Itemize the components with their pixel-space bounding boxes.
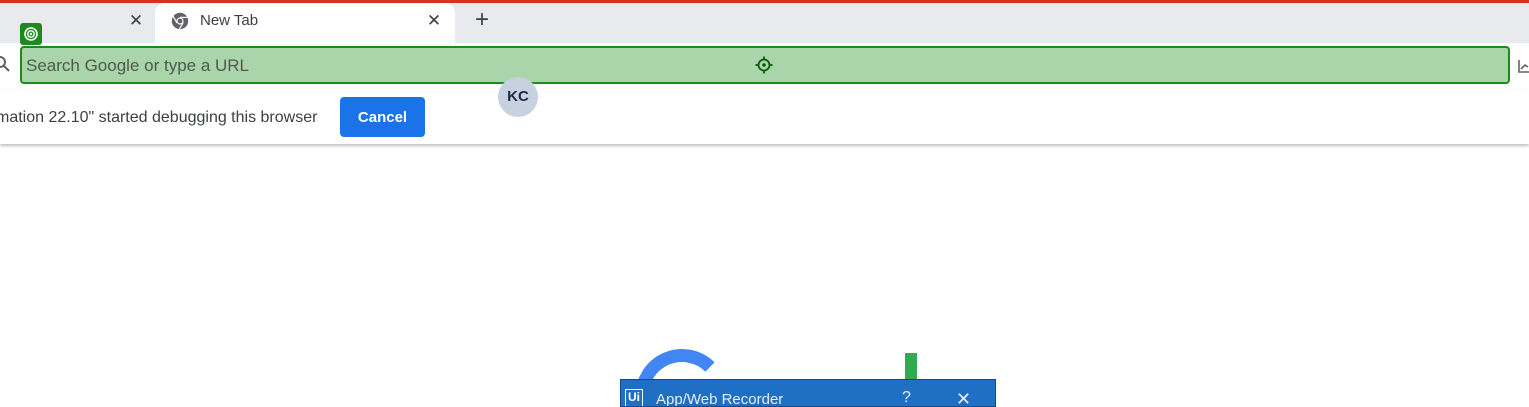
tab-new-tab[interactable]: New Tab ✕ (155, 3, 455, 43)
debugging-infobar: mation 22.10" started debugging this bro… (0, 89, 1529, 144)
target-badge-icon (20, 23, 42, 45)
search-icon (0, 56, 10, 72)
avatar[interactable]: KC (498, 77, 538, 117)
omnibox-input[interactable] (24, 48, 728, 84)
crosshair-target-icon (755, 56, 773, 74)
uipath-logo-icon: Ui (625, 389, 643, 406)
tab-close-icon[interactable]: ✕ (424, 11, 444, 31)
cancel-button[interactable]: Cancel (340, 97, 425, 137)
chart-icon[interactable] (1517, 58, 1529, 74)
new-tab-button[interactable]: + (470, 8, 494, 33)
help-button[interactable]: ? (902, 389, 911, 406)
infobar-message: mation 22.10" started debugging this bro… (0, 109, 318, 126)
recorder-window[interactable]: Ui App/Web Recorder ? ✕ (620, 379, 996, 407)
tab-title: New Tab (200, 12, 259, 29)
tab-close-icon[interactable]: ✕ (126, 11, 146, 31)
close-button[interactable]: ✕ (956, 389, 971, 406)
chrome-icon (171, 12, 189, 30)
